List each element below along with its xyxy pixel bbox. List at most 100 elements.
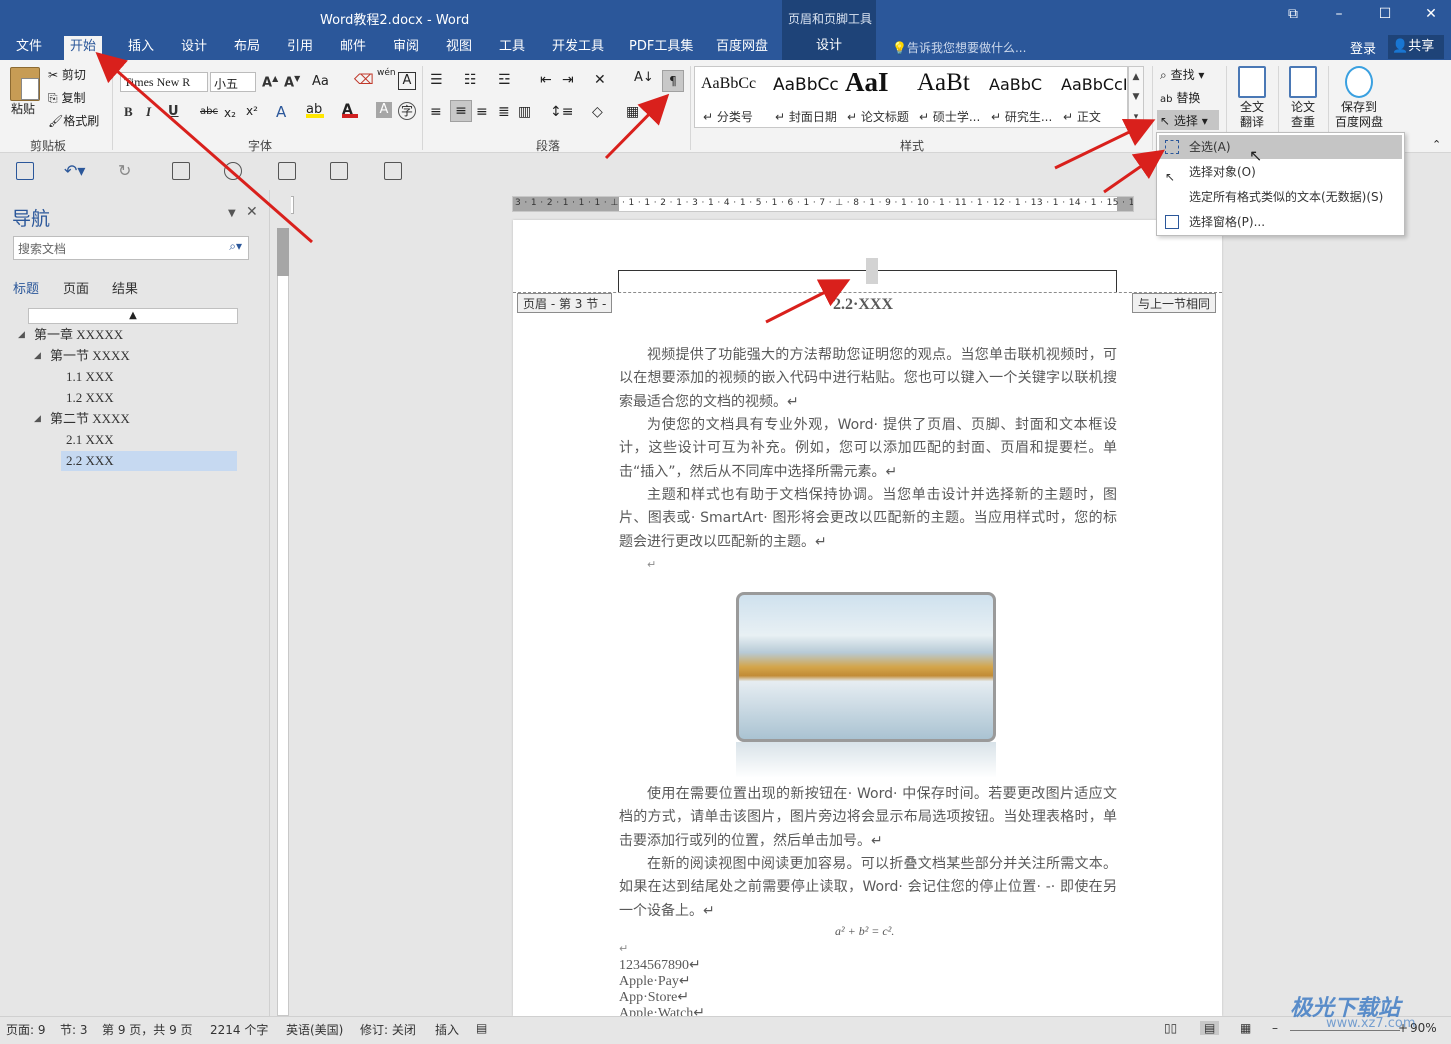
full-translate-button[interactable]: 全文 翻译 [1234,64,1270,130]
body-paragraph[interactable]: 为使您的文档具有专业外观，Word· 提供了页眉、页脚、封面和文本框设计，这些设… [619,414,1117,484]
copy-button[interactable]: ⎘ 复制 [48,89,85,106]
font-size-combo[interactable]: 小五 [210,72,256,92]
tab-header-footer-design[interactable]: 设计 [782,34,876,60]
read-mode-icon[interactable] [172,162,190,180]
font-color-icon[interactable]: A [342,102,358,118]
text-line[interactable]: App·Store↵ [619,989,689,1006]
select-button[interactable]: ↖ 选择 ▾ [1157,110,1219,130]
web-layout-view-icon[interactable]: ▦ [1240,1021,1251,1035]
tab-home[interactable]: 开始 [64,36,103,60]
menu-item-select-all[interactable]: 全选(A) [1159,135,1402,159]
shrink-font-icon[interactable]: A▼ [284,74,300,90]
nav-heading-item-selected[interactable]: 2.2 XXX [61,451,237,471]
undo-icon[interactable]: ↶▾ [64,161,85,180]
show-marks-icon[interactable]: ¶ [662,70,684,92]
body-paragraph[interactable]: 视频提供了功能强大的方法帮助您证明您的观点。当您单击联机视频时，可以在想要添加的… [619,344,1117,414]
tab-design[interactable]: 设计 [175,38,213,60]
tab-view[interactable]: 视图 [440,38,478,60]
style-item[interactable]: AaI ↵ 论文标题 [841,67,913,127]
justify-icon[interactable]: ≣ [498,104,510,120]
highlight-icon[interactable]: ab [306,102,324,118]
read-mode-view-icon[interactable]: ▯▯ [1164,1021,1177,1035]
paste-icon[interactable] [10,67,40,101]
redo-icon[interactable]: ↻ [118,161,131,180]
text-line[interactable]: 1234567890↵ [619,957,701,974]
status-page[interactable]: 页面: 9 [6,1021,46,1038]
collapse-all-button[interactable]: ▲ [28,308,238,324]
nav-heading-item[interactable]: 2.1 XXX [66,430,114,450]
change-case-button[interactable]: Aa [312,74,329,89]
tab-mailings[interactable]: 邮件 [334,38,372,60]
nav-tab-results[interactable]: 结果 [112,278,138,297]
status-language[interactable]: 英语(美国) [286,1021,343,1038]
ribbon-display-icon[interactable]: ⧉ [1283,6,1303,26]
zoom-out-icon[interactable]: – [1272,1021,1278,1035]
bold-button[interactable]: B [124,104,133,120]
touch-mode-icon[interactable] [330,162,348,180]
font-name-combo[interactable]: Times New R [120,72,208,92]
text-line[interactable]: Apple·Watch↵ [619,1005,705,1016]
style-item[interactable]: AaBbCcI ↵ 正文 [1057,67,1129,127]
document-page[interactable]: 页眉 - 第 3 节 - 与上一节相同 2.2·XXX 视频提供了功能强大的方法… [513,220,1222,1016]
body-paragraph[interactable]: 使用在需要位置出现的新按钮在· Word· 中保存时间。若要更改图片适应文档的方… [619,783,1117,853]
decrease-indent-icon[interactable]: ⇤ [540,72,552,88]
expand-icon[interactable]: ◢ [34,346,41,366]
nav-search-input[interactable]: 搜索文档 ⌕▾ [13,236,249,260]
login-link[interactable]: 登录 [1350,38,1376,57]
align-center-icon[interactable]: ≡ [450,100,472,122]
align-left-icon[interactable]: ≡ [430,104,442,120]
strikethrough-icon[interactable]: abc [200,106,218,117]
save-baidu-button[interactable]: 保存到 百度网盘 [1333,64,1385,130]
menu-item-select-objects[interactable]: ↖ 选择对象(O) [1159,160,1402,184]
borders-icon[interactable]: ▦ [626,104,639,120]
styles-scroll[interactable]: ▲ ▼ ▾ [1128,66,1144,128]
phonetic-guide-button[interactable]: wén [377,68,396,78]
search-icon[interactable]: ⌕▾ [229,239,242,254]
tab-developer[interactable]: 开发工具 [546,38,610,60]
tab-insert[interactable]: 插入 [122,38,160,60]
style-item[interactable]: AaBbCc ↵ 分类号 [697,67,769,127]
menu-item-select-similar[interactable]: 选定所有格式类似的文本(无数据)(S) [1159,185,1402,209]
format-painter-button[interactable]: 🖌格式刷 [48,112,99,129]
text-effects-icon[interactable]: A [276,103,286,121]
close-button[interactable]: ✕ [1421,6,1441,26]
save-icon[interactable] [16,162,34,180]
nav-options-icon[interactable]: ▼ [228,208,236,219]
nav-heading-item[interactable]: 1.2 XXX [66,388,114,408]
tab-pdf-tools[interactable]: PDF工具集 [623,38,699,60]
numbering-icon[interactable]: ☷ [464,72,477,88]
web-layout-icon[interactable] [224,162,242,180]
char-shading-icon[interactable]: A [376,102,392,118]
status-section[interactable]: 节: 3 [60,1021,88,1038]
menu-item-selection-pane[interactable]: 选择窗格(P)... [1159,210,1402,234]
align-right-icon[interactable]: ≡ [476,104,488,120]
share-button[interactable]: 👤共享 [1388,35,1444,59]
tab-layout[interactable]: 布局 [228,38,266,60]
nav-heading-item[interactable]: 第一章 XXXXX [34,325,123,345]
text-line[interactable]: Apple·Pay↵ [619,973,691,990]
customize-icon[interactable] [384,162,402,180]
underline-button[interactable]: U [168,104,179,119]
nav-heading-item[interactable]: 第一节 XXXX [50,346,130,366]
style-item[interactable]: AaBbC ↵ 研究生... [985,67,1057,127]
bullets-icon[interactable]: ☰ [430,72,443,88]
subscript-icon[interactable]: x₂ [224,106,236,120]
status-word-count[interactable]: 2214 个字 [210,1021,268,1038]
tell-me-box[interactable]: 💡告诉我您想要做什么... [892,39,1026,56]
distributed-icon[interactable]: ▥ [518,104,531,120]
tab-review[interactable]: 审阅 [387,38,425,60]
char-border-icon[interactable]: A [398,72,416,90]
clear-format-icon[interactable]: ⌫ [354,72,374,88]
style-item[interactable]: AaBt ↵ 硕士学... [913,67,985,127]
collapse-ribbon-icon[interactable]: ⌃ [1432,138,1441,151]
body-paragraph[interactable]: 主题和样式也有助于文档保持协调。当您单击设计并选择新的主题时，图片、图表或· S… [619,484,1117,554]
replace-button[interactable]: ab 替换 [1160,89,1200,106]
doc-heading[interactable]: 2.2·XXX [833,296,893,314]
status-insert-mode[interactable]: 插入 [435,1021,459,1038]
print-preview-icon[interactable] [278,162,296,180]
nav-close-icon[interactable]: ✕ [246,204,258,220]
italic-button[interactable]: I [146,104,151,120]
style-item[interactable]: AaBbCc ↵ 封面日期 [769,67,841,127]
chinese-layout-icon[interactable]: ✕ [594,72,606,88]
nav-tab-pages[interactable]: 页面 [63,278,89,297]
